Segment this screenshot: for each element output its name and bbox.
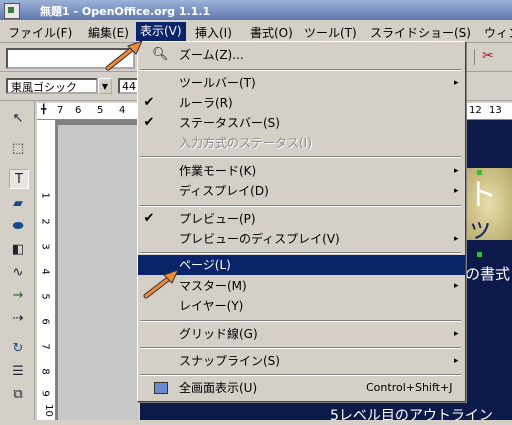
- zoom-icon[interactable]: ⬚: [9, 139, 27, 157]
- alignment-icon[interactable]: ☰: [9, 362, 27, 380]
- selection-handle[interactable]: [477, 170, 482, 175]
- menu-insert[interactable]: 挿入(I): [195, 24, 232, 41]
- menu-item-display[interactable]: ディスプレイ(D) ▸: [138, 180, 465, 202]
- menu-window[interactable]: ウィン: [484, 24, 512, 41]
- menu-separator: [140, 320, 461, 322]
- text-icon[interactable]: T: [9, 169, 29, 189]
- curve-icon[interactable]: ∿: [9, 263, 27, 281]
- ruler-tick: 8: [39, 368, 51, 375]
- pointer-arrow-icon: [105, 40, 143, 71]
- pointer-arrow-icon: [143, 269, 179, 299]
- ruler-corner-icon: ╋: [41, 105, 47, 115]
- submenu-arrow-icon: ▸: [454, 78, 459, 88]
- menu-item-master[interactable]: マスター(M) ▸: [138, 275, 465, 297]
- menu-item-input-status: 入力方式のステータス(I): [179, 136, 312, 150]
- vertical-ruler: 1 2 3 4 5 6 7 8 9 10: [37, 120, 56, 420]
- main-toolbar: ↖ ⬚ T ▰ ⬬ ◧ ∿ → ⇢ ↻ ☰ ⧉: [0, 101, 35, 420]
- submenu-arrow-icon: ▸: [454, 166, 459, 176]
- ruler-tick: 7: [39, 343, 51, 350]
- magnifier-icon: 🔍︎: [152, 47, 169, 62]
- ruler-tick: 10: [42, 404, 54, 417]
- menu-tools[interactable]: ツール(T): [304, 24, 357, 41]
- ruler-tick: 9: [39, 390, 51, 397]
- slide-bullet: 5レベル目のアウトライン: [330, 408, 493, 424]
- submenu-arrow-icon: ▸: [454, 356, 459, 366]
- monitor-icon: [154, 382, 168, 394]
- slide-page[interactable]: [58, 125, 138, 420]
- menu-separator: [140, 205, 461, 207]
- menu-item-workspace[interactable]: 作業モード(K) ▸: [138, 160, 465, 182]
- view-menu: 🔍︎ ズーム(Z)... ツールバー(T) ▸ ✔ ルーラ(R) ✔ ステータス…: [137, 41, 466, 402]
- ruler-tick: 4: [39, 268, 51, 275]
- menu-separator: [140, 156, 461, 158]
- menu-separator: [140, 347, 461, 349]
- ruler-tick: 5: [97, 105, 104, 116]
- ruler-tick: 13: [489, 105, 502, 116]
- checkmark-icon: ✔: [143, 115, 155, 130]
- slide-subtitle: の書式: [465, 265, 511, 283]
- cut-icon[interactable]: ✂: [482, 48, 494, 64]
- window-title: 無題1 - OpenOffice.org 1.1.1: [40, 5, 211, 18]
- menu-item-preview-display[interactable]: プレビューのディスプレイ(V) ▸: [138, 228, 465, 250]
- menu-item-toolbars[interactable]: ツールバー(T) ▸: [138, 72, 465, 94]
- menu-item-page[interactable]: ページ(L): [138, 255, 465, 275]
- checkmark-icon: ✔: [143, 95, 155, 110]
- ruler-tick: 5: [39, 293, 51, 300]
- menu-separator: [140, 374, 461, 376]
- ellipse-icon[interactable]: ⬬: [9, 217, 27, 235]
- rotate-icon[interactable]: ↻: [9, 339, 27, 357]
- menu-separator: [140, 69, 461, 71]
- menu-separator: [140, 252, 461, 254]
- horizontal-ruler: ╋ 7 6 5 4: [37, 103, 137, 120]
- menu-item-grid[interactable]: グリッド線(G) ▸: [138, 323, 465, 345]
- menu-item-zoom[interactable]: 🔍︎ ズーム(Z)...: [138, 44, 465, 66]
- slide-title-text-2: ッ: [467, 214, 494, 244]
- ruler-tick: 6: [39, 318, 51, 325]
- checkmark-icon: ✔: [143, 211, 155, 226]
- 3d-object-icon[interactable]: ◧: [9, 240, 27, 258]
- menu-item-layer[interactable]: レイヤー(Y): [138, 295, 465, 317]
- horizontal-ruler-right: 12 13: [465, 103, 512, 120]
- toolbar-separator: [474, 49, 475, 65]
- arrange-icon[interactable]: ⧉: [9, 385, 27, 403]
- chevron-down-icon[interactable]: ▼: [98, 78, 112, 94]
- menu-item-fullscreen[interactable]: 全画面表示(U) Control+Shift+J: [138, 377, 465, 399]
- menu-bar: ファイル(F) 編集(E) 表示(V) 挿入(I) 書式(O) ツール(T) ス…: [0, 20, 512, 43]
- toolbar-right: ✂: [468, 47, 512, 67]
- submenu-arrow-icon: ▸: [454, 329, 459, 339]
- menu-slideshow[interactable]: スライドショー(S): [370, 24, 471, 41]
- select-icon[interactable]: ↖: [9, 109, 27, 127]
- connector-icon[interactable]: ⇢: [9, 309, 27, 327]
- ruler-tick: 1: [39, 192, 51, 199]
- title-bar: 無題1 - OpenOffice.org 1.1.1: [0, 0, 512, 20]
- submenu-arrow-icon: ▸: [454, 234, 459, 244]
- app-icon[interactable]: [4, 3, 20, 19]
- menu-item-snap-lines[interactable]: スナップライン(S) ▸: [138, 350, 465, 372]
- font-name-field[interactable]: 東風ゴシック: [6, 78, 98, 94]
- selection-handle[interactable]: [477, 252, 482, 257]
- ruler-tick: 3: [39, 243, 51, 250]
- menu-item-statusbar[interactable]: ✔ ステータスバー(S): [138, 112, 465, 134]
- ruler-tick: 12: [469, 105, 482, 116]
- menu-item-ruler[interactable]: ✔ ルーラ(R): [138, 92, 465, 114]
- submenu-arrow-icon: ▸: [454, 281, 459, 291]
- ruler-tick: 6: [75, 105, 82, 116]
- menu-format[interactable]: 書式(O): [250, 24, 293, 41]
- line-arrow-icon[interactable]: →: [9, 286, 27, 304]
- menu-file[interactable]: ファイル(F): [8, 24, 72, 41]
- ruler-tick: 2: [39, 218, 51, 225]
- rectangle-icon[interactable]: ▰: [9, 194, 27, 212]
- menu-item-preview[interactable]: ✔ プレビュー(P): [138, 208, 465, 230]
- submenu-arrow-icon: ▸: [454, 186, 459, 196]
- ruler-tick: 7: [57, 105, 64, 116]
- ruler-tick: 4: [119, 105, 126, 116]
